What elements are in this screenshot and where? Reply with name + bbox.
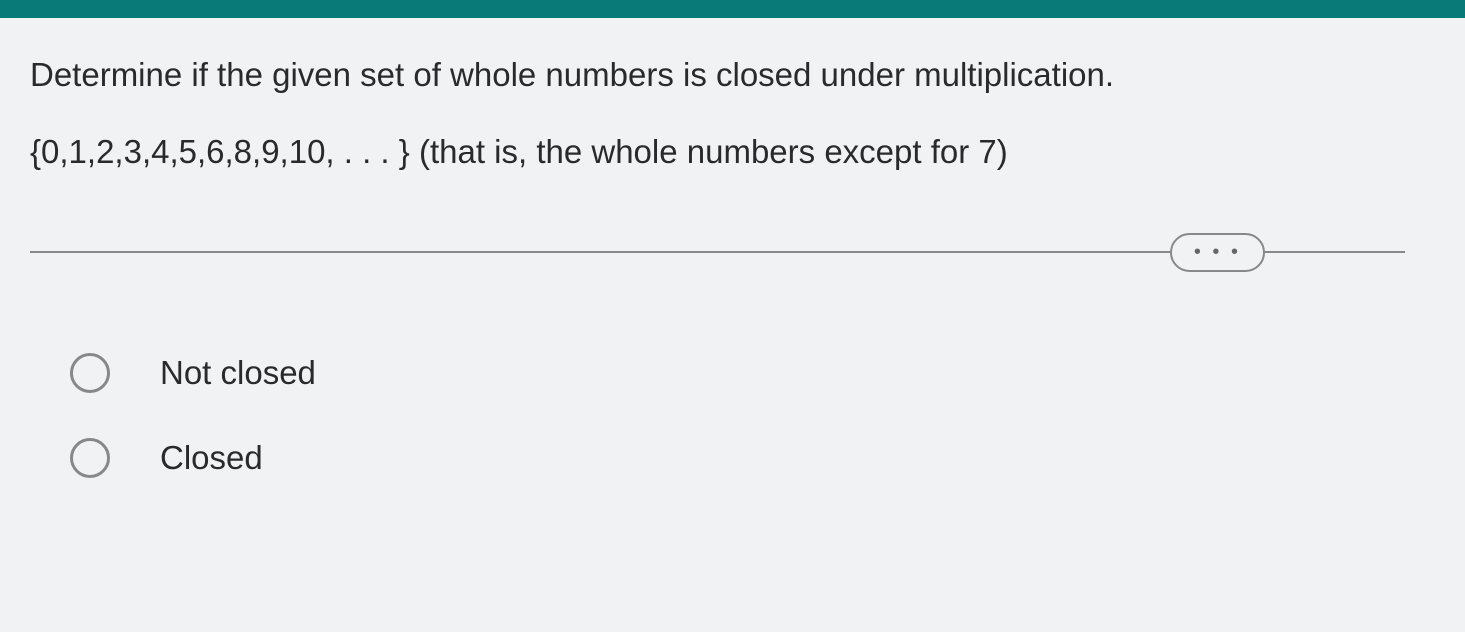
question-prompt: Determine if the given set of whole numb… <box>30 53 1435 98</box>
question-set-expression: {0,1,2,3,4,5,6,8,9,10, . . . } (that is,… <box>30 133 1435 171</box>
more-options-button[interactable]: • • • <box>1170 233 1265 272</box>
option-label: Not closed <box>160 354 316 392</box>
option-label: Closed <box>160 439 263 477</box>
option-not-closed[interactable]: Not closed <box>70 353 1435 393</box>
question-content: Determine if the given set of whole numb… <box>0 18 1465 478</box>
top-header-bar <box>0 0 1465 18</box>
answer-options: Not closed Closed <box>30 353 1435 478</box>
radio-icon <box>70 438 110 478</box>
radio-icon <box>70 353 110 393</box>
option-closed[interactable]: Closed <box>70 438 1435 478</box>
divider-container: • • • <box>30 251 1405 253</box>
